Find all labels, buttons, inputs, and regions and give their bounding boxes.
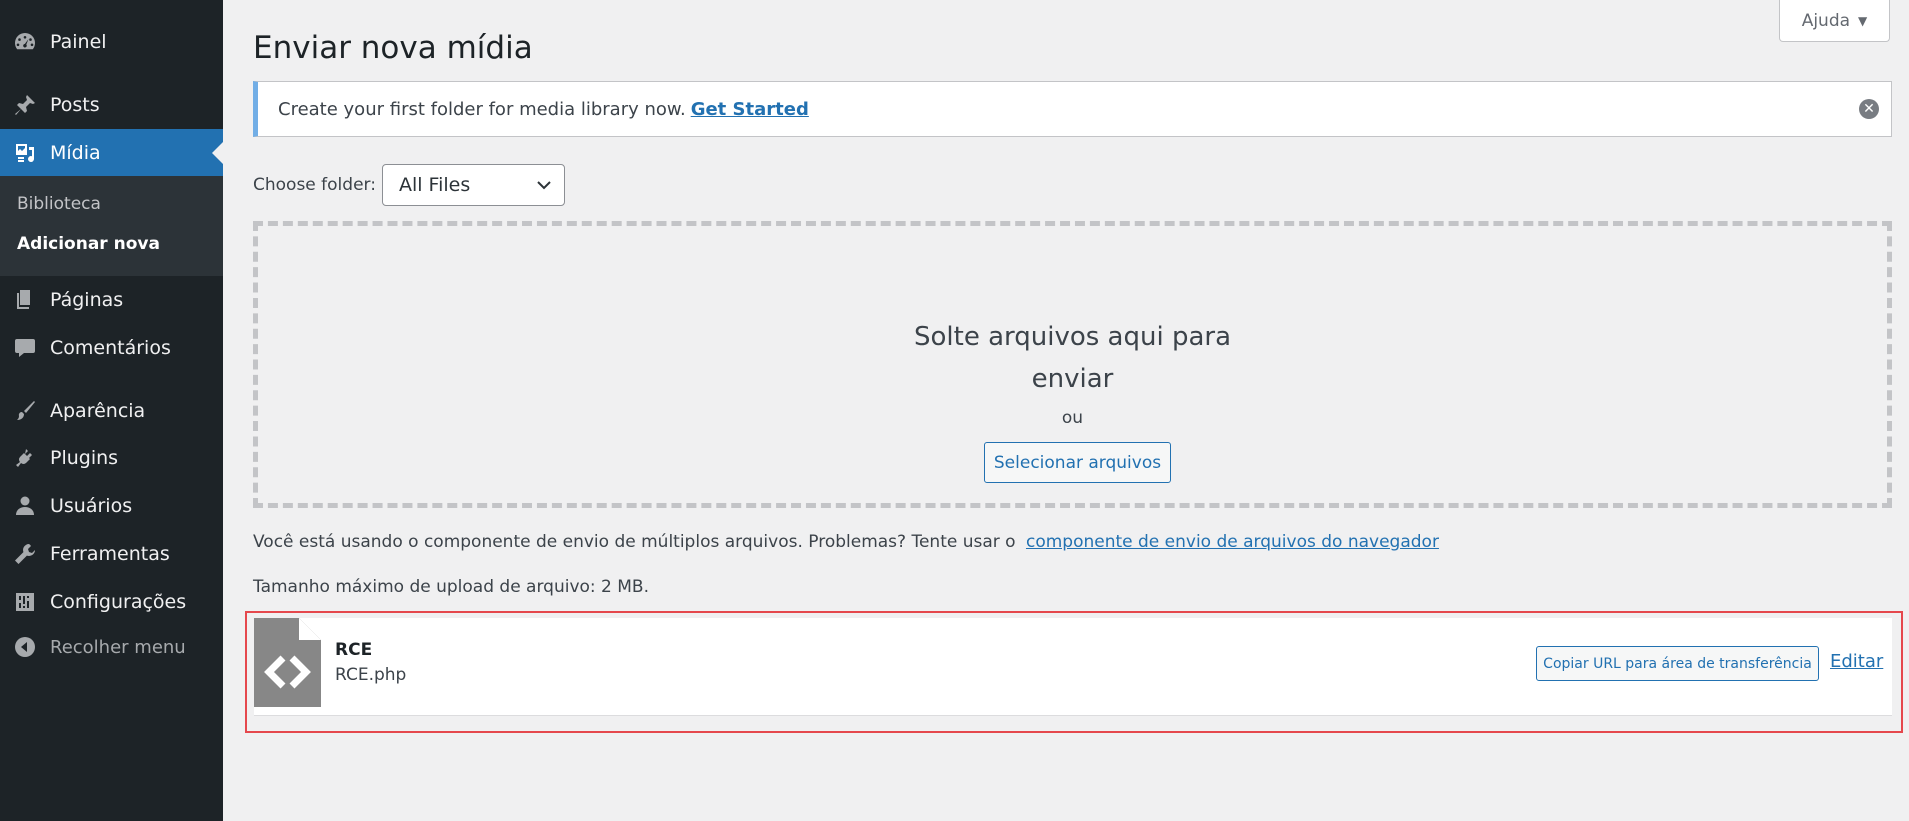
collapse-menu-label: Recolher menu — [50, 636, 186, 658]
sidebar-item-configuracoes[interactable]: Configurações — [0, 578, 223, 626]
folder-row: Choose folder: All Files — [253, 164, 565, 206]
drop-line-2: enviar — [1031, 364, 1114, 394]
chevron-down-icon — [537, 181, 551, 190]
help-label: Ajuda — [1801, 10, 1851, 31]
caret-down-icon: ▼ — [1858, 13, 1868, 28]
sidebar-item-label: Usuários — [50, 495, 133, 517]
collapse-menu-button[interactable]: Recolher menu — [0, 623, 223, 671]
collapse-icon — [12, 634, 38, 660]
plugin-icon — [12, 445, 38, 471]
sidebar-item-aparencia[interactable]: Aparência — [0, 387, 223, 435]
sidebar-item-ferramentas[interactable]: Ferramentas — [0, 530, 223, 578]
drop-line-1: Solte arquivos aqui para — [913, 322, 1232, 352]
close-icon[interactable]: ✕ — [1859, 99, 1879, 119]
sidebar-item-label: Painel — [50, 31, 107, 53]
copy-url-button[interactable]: Copiar URL para área de transferência — [1536, 646, 1819, 681]
sidebar-item-label: Posts — [50, 94, 100, 116]
dashboard-icon — [12, 29, 38, 55]
sidebar-item-label: Mídia — [50, 142, 101, 164]
sidebar-item-label: Plugins — [50, 447, 119, 469]
folder-selected-value: All Files — [398, 174, 471, 196]
folder-select[interactable]: All Files — [381, 164, 565, 206]
sidebar-item-label: Comentários — [50, 337, 171, 359]
drop-or-text: ou — [1061, 408, 1084, 428]
uploaded-media-item: RCE RCE.php Copiar URL para área de tran… — [254, 618, 1892, 716]
notice-text: Create your first folder for media libra… — [278, 98, 686, 120]
uploader-info-text: Você está usando o componente de envio d… — [253, 532, 1016, 552]
sidebar-item-usuarios[interactable]: Usuários — [0, 482, 223, 530]
drop-instructions: Solte arquivos aqui para enviar — [258, 316, 1887, 400]
sidebar-item-posts[interactable]: Posts — [0, 81, 223, 129]
pages-icon — [12, 287, 38, 313]
get-started-link[interactable]: Get Started — [691, 99, 809, 120]
uploader-info: Você está usando o componente de envio d… — [253, 532, 1439, 552]
folder-label: Choose folder: — [253, 175, 376, 195]
settings-icon — [12, 589, 38, 615]
edit-link[interactable]: Editar — [1830, 651, 1883, 672]
sidebar-item-painel[interactable]: Painel — [0, 18, 223, 66]
code-file-icon — [254, 618, 321, 707]
help-button[interactable]: Ajuda ▼ — [1779, 0, 1890, 42]
admin-sidebar: Painel Posts Mídia Biblioteca Adicionar … — [0, 0, 223, 821]
user-icon — [12, 493, 38, 519]
drop-zone[interactable]: Solte arquivos aqui para enviar ou Selec… — [253, 221, 1892, 508]
sidebar-item-paginas[interactable]: Páginas — [0, 276, 223, 324]
sidebar-item-label: Ferramentas — [50, 543, 170, 565]
submenu-item-biblioteca[interactable]: Biblioteca — [17, 194, 101, 214]
browser-uploader-link[interactable]: componente de envio de arquivos do naveg… — [1026, 532, 1439, 552]
brush-icon — [12, 398, 38, 424]
submenu-item-adicionar-nova[interactable]: Adicionar nova — [17, 234, 160, 254]
sidebar-item-label: Páginas — [50, 289, 124, 311]
sidebar-submenu: Biblioteca Adicionar nova — [0, 176, 223, 276]
sidebar-item-midia[interactable]: Mídia — [0, 129, 223, 177]
sidebar-item-comentarios[interactable]: Comentários — [0, 324, 223, 372]
media-filename: RCE.php — [335, 665, 407, 685]
sidebar-item-plugins[interactable]: Plugins — [0, 434, 223, 482]
comments-icon — [12, 335, 38, 361]
pin-icon — [12, 92, 38, 118]
sidebar-item-label: Configurações — [50, 591, 187, 613]
sidebar-item-label: Aparência — [50, 400, 146, 422]
media-title: RCE — [335, 640, 373, 660]
media-icon — [12, 140, 38, 166]
wrench-icon — [12, 541, 38, 567]
folder-notice: Create your first folder for media libra… — [253, 81, 1892, 137]
max-upload-size: Tamanho máximo de upload de arquivo: 2 M… — [253, 577, 649, 597]
select-files-button[interactable]: Selecionar arquivos — [984, 442, 1171, 483]
page-title: Enviar nova mídia — [253, 30, 533, 66]
